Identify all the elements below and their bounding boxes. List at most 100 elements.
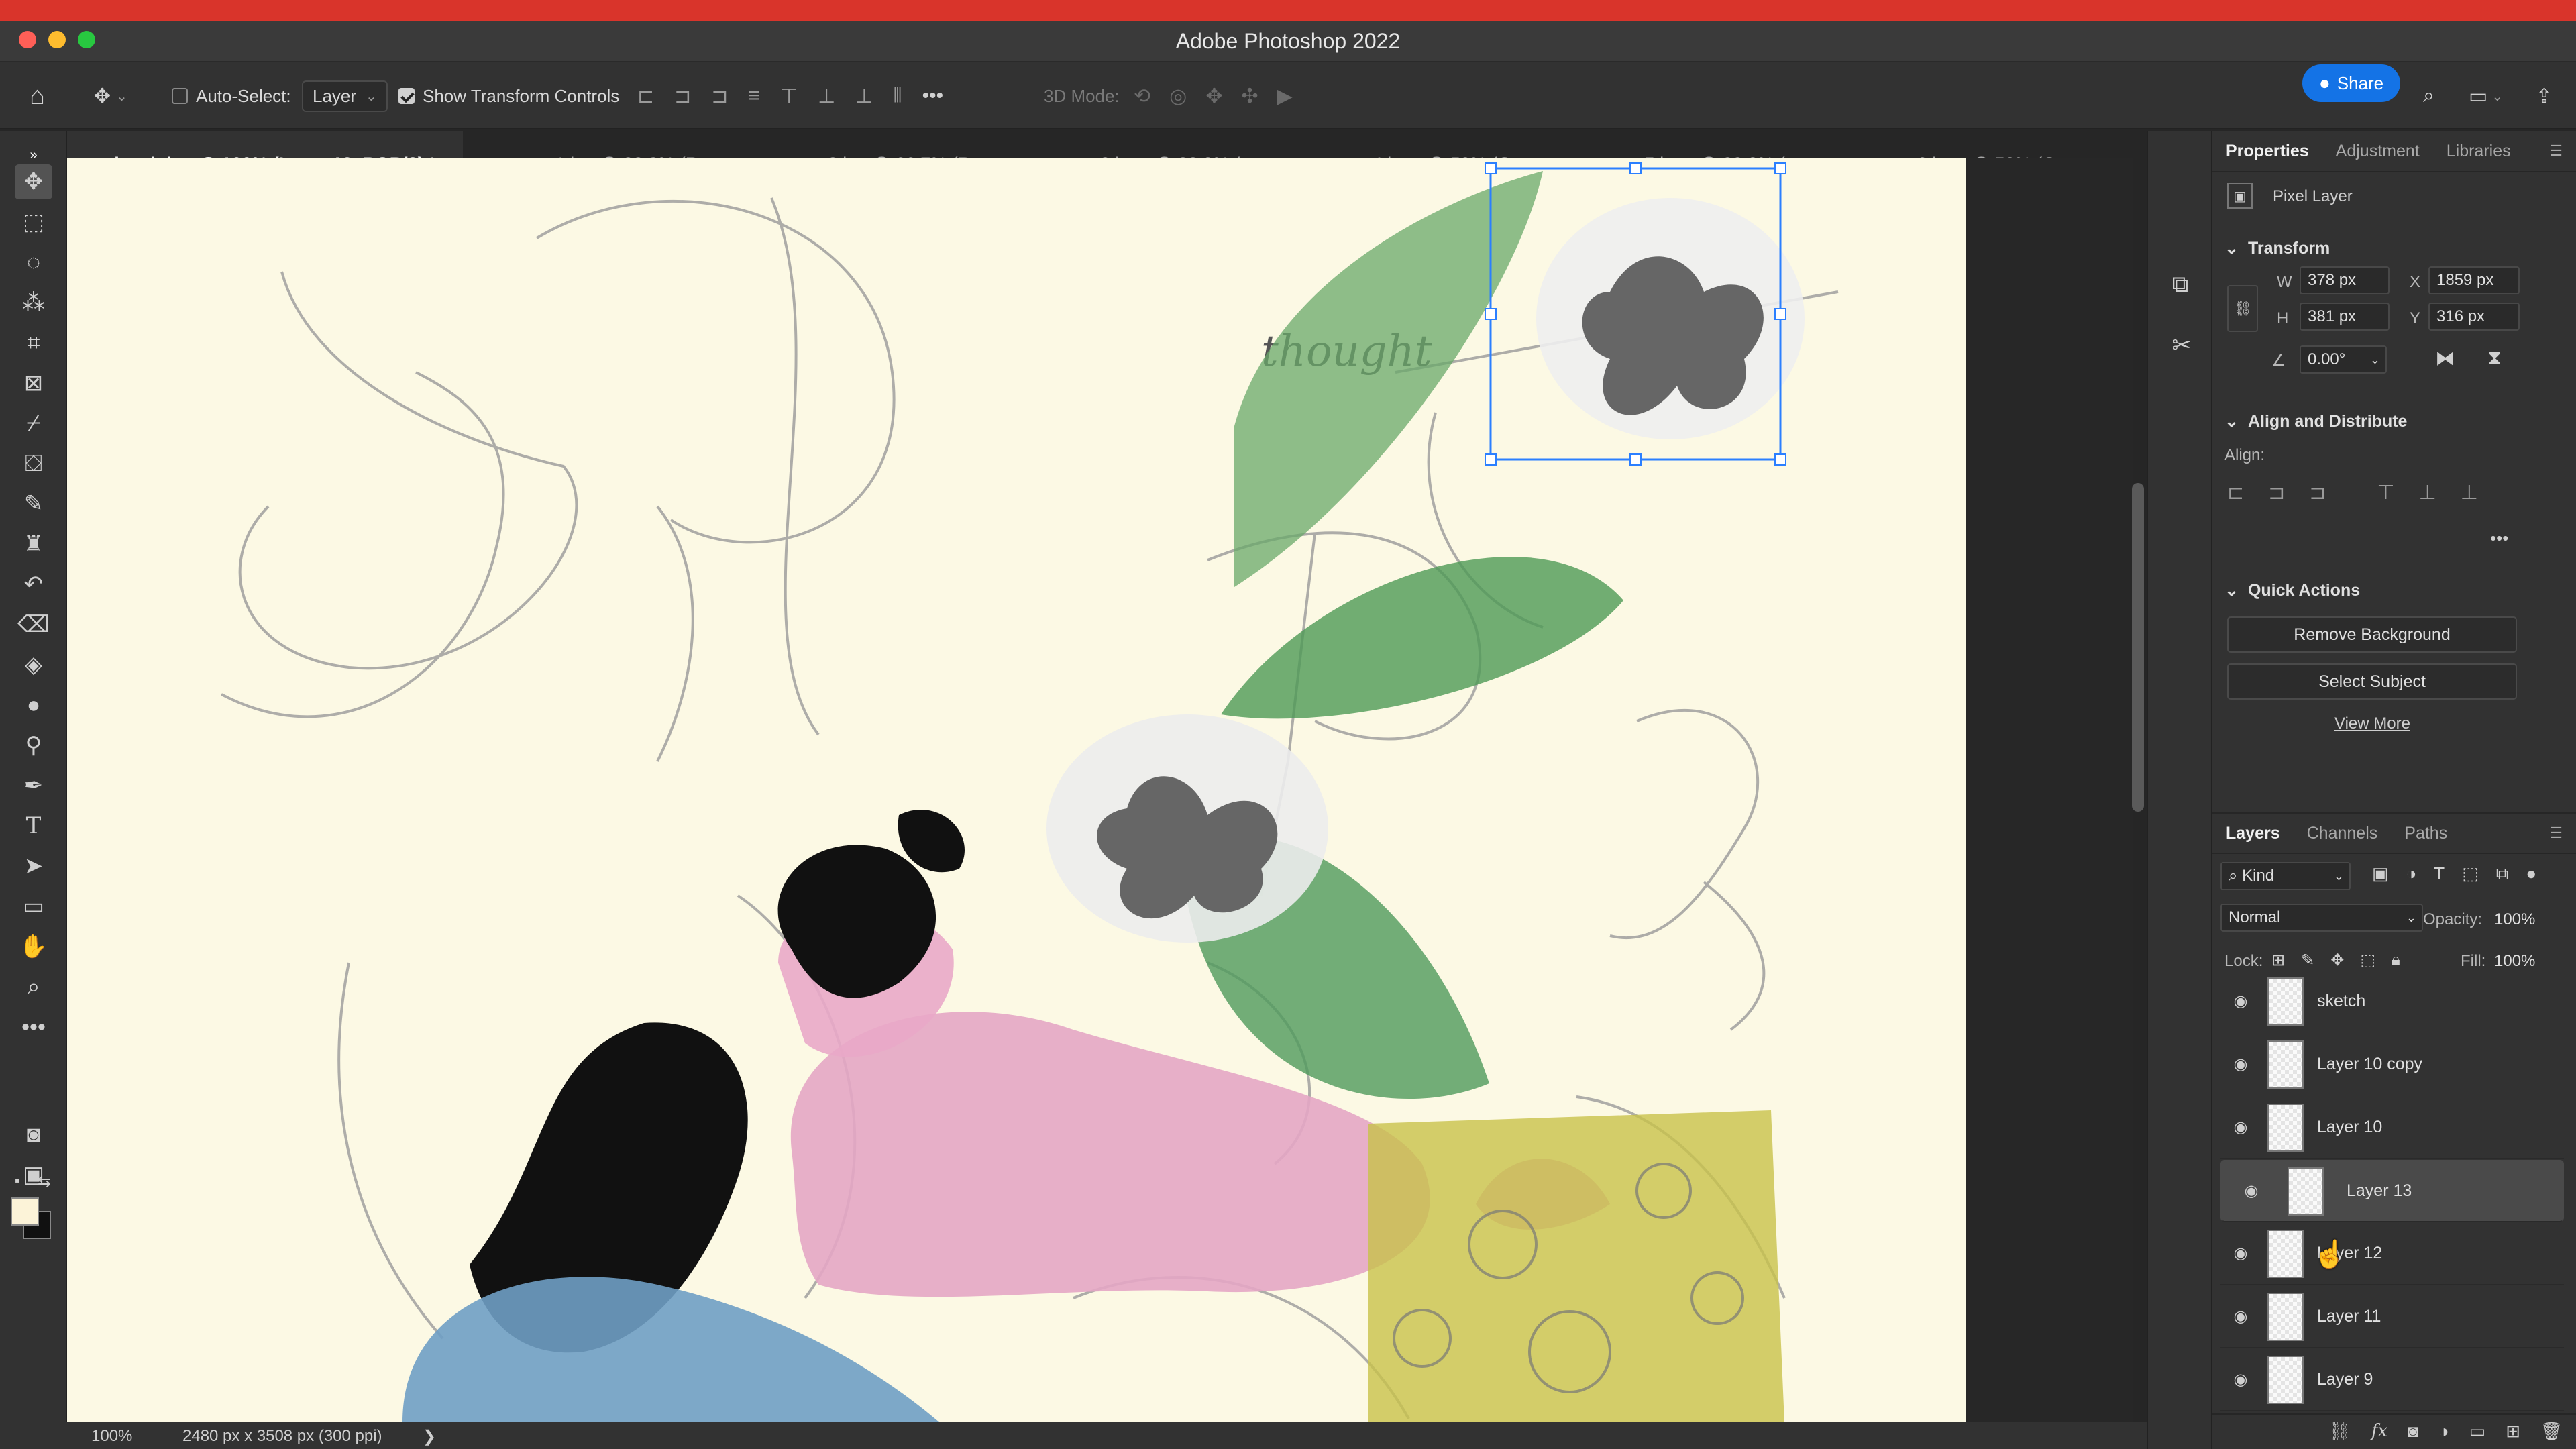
layer-row-layer-10[interactable]: ◉ Layer 10 [2220,1097,2564,1159]
eye-icon[interactable]: ◉ [2220,991,2261,1011]
pen-tool-icon[interactable]: ✒ [15,768,52,803]
transform-handle-t[interactable] [1629,162,1642,174]
flip-vertical-icon[interactable]: ⧗ [2487,347,2502,370]
remove-background-button[interactable]: Remove Background [2227,616,2517,653]
transform-handle-br[interactable] [1774,453,1786,466]
layer-row-layer-11[interactable]: ◉ Layer 11 [2220,1286,2564,1348]
layer-row-layer-10-copy[interactable]: ◉ Layer 10 copy [2220,1034,2564,1095]
auto-select-checkbox[interactable]: Auto-Select: [172,62,291,129]
show-transform-check-icon[interactable] [398,88,415,104]
blend-mode-dropdown[interactable]: Normal ⌄ [2220,904,2423,932]
layer-row-sketch[interactable]: ◉ sketch [2220,971,2564,1032]
transform-handle-bl[interactable] [1485,453,1497,466]
layers-menu-icon[interactable]: ☰ [2536,824,2576,842]
link-layers-icon[interactable]: ⛓ [2329,1421,2351,1442]
align-bottom-icon[interactable]: ⊥ [855,85,873,108]
search-icon[interactable]: ⌕ [2423,62,2434,129]
auto-select-check-icon[interactable] [172,88,188,104]
transform-handle-b[interactable] [1629,453,1642,466]
3d-orbit-icon[interactable]: ⟲ [1134,85,1150,108]
transform-section-header[interactable]: ⌄ Transform [2224,238,2330,258]
tab-adjustments[interactable]: Adjustment [2322,142,2433,161]
3d-camera-icon[interactable]: ▶ [1277,85,1293,108]
path-selection-tool-icon[interactable]: ➤ [15,849,52,883]
screen-mode-icon[interactable]: ▣ [15,1157,52,1192]
layer-row-layer-12[interactable]: ◉ Layer 12 [2220,1223,2564,1285]
maximize-window-button[interactable] [78,31,95,48]
align-left-icon[interactable]: ⊏ [637,85,654,108]
adjustment-layer-icon[interactable]: ◑ [2438,1421,2449,1442]
tab-channels[interactable]: Channels [2294,824,2392,843]
opacity-value[interactable]: 100% [2494,910,2535,929]
align-left-edges-icon[interactable]: ⊏ [2227,481,2244,504]
tab-layers[interactable]: Layers [2212,824,2294,843]
filter-shape-icon[interactable]: ⬚ [2462,863,2479,885]
status-menu-arrow[interactable]: ❯ [423,1427,436,1446]
distribute-vertical-icon[interactable]: ⦀ [893,85,902,107]
lock-image-icon[interactable]: ✎ [2301,951,2314,970]
marquee-tool-icon[interactable]: ⬚ [15,205,52,239]
hand-tool-icon[interactable]: ✋ [15,929,52,964]
quick-mask-icon[interactable]: ◙ [15,1117,52,1152]
move-tool-preset-icon[interactable]: ✥ ⌄ [94,62,127,129]
filter-pixel-icon[interactable]: ▣ [2372,863,2389,885]
edit-toolbar-icon[interactable]: ••• [15,1010,52,1044]
lock-transparent-icon[interactable]: ⊞ [2271,951,2285,970]
delete-layer-icon[interactable]: 🗑︎ [2540,1421,2563,1442]
healing-brush-tool-icon[interactable]: ⛋ [15,446,52,481]
share-button[interactable]: ● Share [2302,64,2400,102]
lock-all-icon[interactable]: 🔒︎ [2392,951,2400,970]
move-tool-icon[interactable]: ✥ [15,164,52,199]
tab-properties[interactable]: Properties [2212,142,2322,161]
minimize-window-button[interactable] [48,31,66,48]
flip-horizontal-icon[interactable]: ⧓ [2435,347,2455,370]
zoom-level[interactable]: 100% [91,1427,132,1446]
export-icon[interactable]: ⇪ [2536,62,2553,129]
layer-row-layer-13[interactable]: ◉ Layer 13 [2220,1160,2564,1222]
align-vertical-centers-icon[interactable]: ⊥ [2419,481,2436,504]
lock-position-icon[interactable]: ✥ [2330,951,2344,970]
lasso-tool-icon[interactable]: ◌ [15,245,52,280]
tab-libraries[interactable]: Libraries [2433,142,2524,161]
more-align-options-icon[interactable]: ••• [2490,528,2508,549]
x-field[interactable]: 1859 px [2428,266,2520,294]
magic-wand-tool-icon[interactable]: ⁂ [15,285,52,320]
vertical-scrollbar[interactable] [2132,483,2144,812]
angle-field[interactable]: 0.00° ⌄ [2300,345,2387,374]
align-top-edges-icon[interactable]: ⊤ [2377,481,2394,504]
blur-tool-icon[interactable]: ● [15,688,52,722]
filter-type-icon[interactable]: T [2434,863,2445,885]
eye-icon[interactable]: ◉ [2220,1055,2261,1074]
select-subject-button[interactable]: Select Subject [2227,663,2517,700]
fill-value[interactable]: 100% [2494,952,2535,971]
lock-artboard-icon[interactable]: ⬚ [2360,951,2375,970]
eye-icon[interactable]: ◉ [2220,1118,2261,1137]
new-layer-icon[interactable]: ⊞ [2506,1421,2520,1442]
frame-tool-icon[interactable]: ⊠ [15,366,52,400]
zoom-tool-icon[interactable]: ⌕ [15,969,52,1004]
filter-smart-object-icon[interactable]: ⧉ [2496,863,2509,885]
brush-tool-icon[interactable]: ✎ [15,486,52,521]
foreground-color-swatch[interactable] [11,1197,39,1226]
auto-select-target-dropdown[interactable]: Layer ⌄ [302,62,388,129]
filter-toggle-icon[interactable]: ● [2526,863,2536,885]
layer-filter-dropdown[interactable]: ⌕ Kind ⌄ [2220,862,2351,890]
link-dimensions-icon[interactable]: ⛓ [2227,285,2258,332]
transform-handle-l[interactable] [1485,308,1497,320]
view-more-link[interactable]: View More [2334,714,2410,733]
eye-icon[interactable]: ◉ [2220,1244,2261,1263]
transform-handle-tl[interactable] [1485,162,1497,174]
width-field[interactable]: 378 px [2300,266,2390,294]
eraser-tool-icon[interactable]: ⌫ [15,607,52,642]
eye-icon[interactable]: ◉ [2231,1181,2271,1201]
align-right-icon[interactable]: ⊐ [711,85,728,108]
align-middle-icon[interactable]: ⊥ [818,85,835,108]
eye-icon[interactable]: ◉ [2220,1307,2261,1326]
quick-actions-header[interactable]: ⌄ Quick Actions [2224,580,2360,600]
paint-bucket-tool-icon[interactable]: ◈ [15,647,52,682]
align-right-edges-icon[interactable]: ⊐ [2309,481,2326,504]
dodge-tool-icon[interactable]: ⚲ [15,728,52,763]
close-window-button[interactable] [19,31,36,48]
more-options-icon[interactable]: ••• [922,85,944,107]
height-field[interactable]: 381 px [2300,303,2390,331]
